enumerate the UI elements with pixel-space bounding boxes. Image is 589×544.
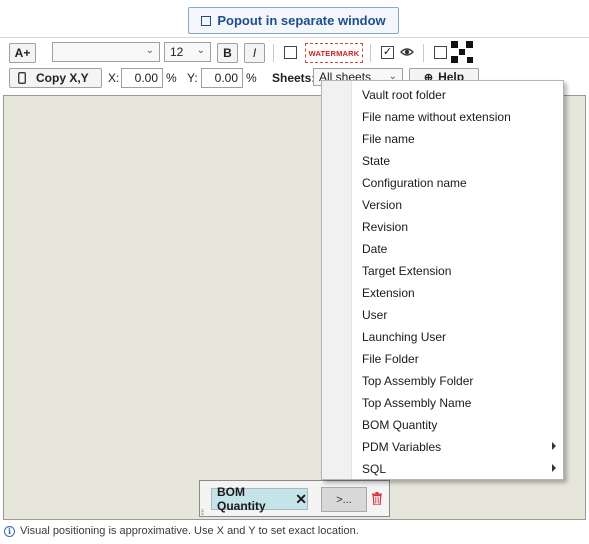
- menu-item[interactable]: Extension: [353, 282, 564, 304]
- copy-xy-button[interactable]: Copy X,Y: [9, 68, 102, 88]
- toolbar-separator: [273, 44, 274, 62]
- x-unit-label: %: [166, 71, 177, 85]
- menu-item-label: Launching User: [362, 330, 447, 344]
- italic-button[interactable]: I: [244, 43, 265, 63]
- font-size-select[interactable]: 12 ⌄: [164, 42, 211, 62]
- menu-item[interactable]: Target Extension: [353, 260, 564, 282]
- menu-item-label: Configuration name: [362, 176, 467, 190]
- menu-item[interactable]: User: [353, 304, 564, 326]
- toolbar-separator: [423, 44, 424, 62]
- menu-gutter: [322, 81, 352, 479]
- watermark-button[interactable]: WATERMARK: [305, 43, 363, 63]
- menu-item[interactable]: File Folder: [353, 348, 564, 370]
- menu-item-label: Revision: [362, 220, 409, 234]
- menu-item[interactable]: File name without extension: [353, 106, 564, 128]
- qr-code-icon[interactable]: [451, 41, 473, 63]
- menu-item[interactable]: State: [353, 150, 564, 172]
- toolbar-separator: [370, 44, 371, 62]
- font-family-select[interactable]: ⌄: [52, 42, 160, 62]
- menu-item[interactable]: Configuration name: [353, 172, 564, 194]
- toolbar-divider: [0, 37, 589, 38]
- clipboard-icon: [18, 72, 26, 84]
- x-label: X:: [108, 71, 120, 85]
- popout-window-button[interactable]: Popout in separate window: [188, 7, 399, 34]
- resize-grip-icon[interactable]: ⁞⁞: [201, 510, 204, 517]
- bold-button[interactable]: B: [217, 43, 238, 63]
- chevron-down-icon: ⌄: [196, 45, 205, 56]
- menu-item[interactable]: Vault root folder: [353, 84, 564, 106]
- menu-item[interactable]: Top Assembly Folder: [353, 370, 564, 392]
- window-icon: [201, 15, 212, 26]
- menu-item-label: Vault root folder: [362, 88, 446, 102]
- menu-item-label: SQL: [362, 462, 387, 476]
- x-input[interactable]: 0.00: [121, 68, 163, 88]
- watermark-checkbox[interactable]: [284, 46, 297, 59]
- menu-item[interactable]: Revision: [353, 216, 564, 238]
- status-text: Visual positioning is approximative. Use…: [20, 525, 359, 537]
- menu-item[interactable]: BOM Quantity: [353, 414, 564, 436]
- copy-xy-label: Copy X,Y: [36, 71, 89, 85]
- menu-item-label: User: [362, 308, 388, 322]
- popout-window-label: Popout in separate window: [217, 13, 386, 28]
- field-placeholder[interactable]: BOM Quantity ✕ >... ⁞⁞: [199, 480, 390, 517]
- eye-icon[interactable]: [400, 46, 414, 58]
- status-bar: i Visual positioning is approximative. U…: [4, 525, 359, 537]
- submenu-arrow-icon: [552, 464, 556, 472]
- menu-item[interactable]: Launching User: [353, 326, 564, 348]
- menu-item-label: Top Assembly Name: [362, 396, 472, 410]
- menu-item[interactable]: Top Assembly Name: [353, 392, 564, 414]
- menu-item-label: BOM Quantity: [362, 418, 438, 432]
- menu-item-label: State: [362, 154, 391, 168]
- remove-tag-icon[interactable]: ✕: [295, 491, 307, 508]
- menu-item[interactable]: SQL: [353, 458, 564, 480]
- field-tag-label: BOM Quantity: [217, 485, 266, 513]
- info-icon: i: [4, 525, 15, 537]
- submenu-arrow-icon: [552, 442, 556, 450]
- field-context-menu: Vault root folder File name without exten…: [321, 80, 564, 480]
- y-input[interactable]: 0.00: [201, 68, 243, 88]
- chevron-down-icon: ⌄: [145, 45, 154, 56]
- menu-item-label: PDM Variables: [362, 440, 442, 454]
- menu-item[interactable]: File name: [353, 128, 564, 150]
- menu-item[interactable]: Date: [353, 238, 564, 260]
- menu-item-label: Date: [362, 242, 388, 256]
- menu-item-label: File Folder: [362, 352, 419, 366]
- menu-item-label: File name: [362, 132, 415, 146]
- menu-item-label: Extension: [362, 286, 415, 300]
- menu-item[interactable]: PDM Variables: [353, 436, 564, 458]
- field-more-button[interactable]: >...: [321, 487, 367, 512]
- visibility-checkbox[interactable]: ✓: [381, 46, 394, 59]
- qr-code-checkbox[interactable]: [434, 46, 447, 59]
- menu-item-label: Target Extension: [362, 264, 452, 278]
- y-unit-label: %: [246, 71, 257, 85]
- sheets-label: Sheets:: [272, 71, 316, 85]
- increase-font-button[interactable]: A+: [9, 43, 36, 63]
- menu-item-label: File name without extension: [362, 110, 511, 124]
- field-tag[interactable]: BOM Quantity ✕: [211, 485, 308, 513]
- trash-icon[interactable]: [372, 492, 382, 505]
- menu-item-label: Version: [362, 198, 403, 212]
- y-label: Y:: [187, 71, 198, 85]
- menu-item-label: Top Assembly Folder: [362, 374, 474, 388]
- menu-item[interactable]: Version: [353, 194, 564, 216]
- font-size-value: 12: [170, 45, 184, 59]
